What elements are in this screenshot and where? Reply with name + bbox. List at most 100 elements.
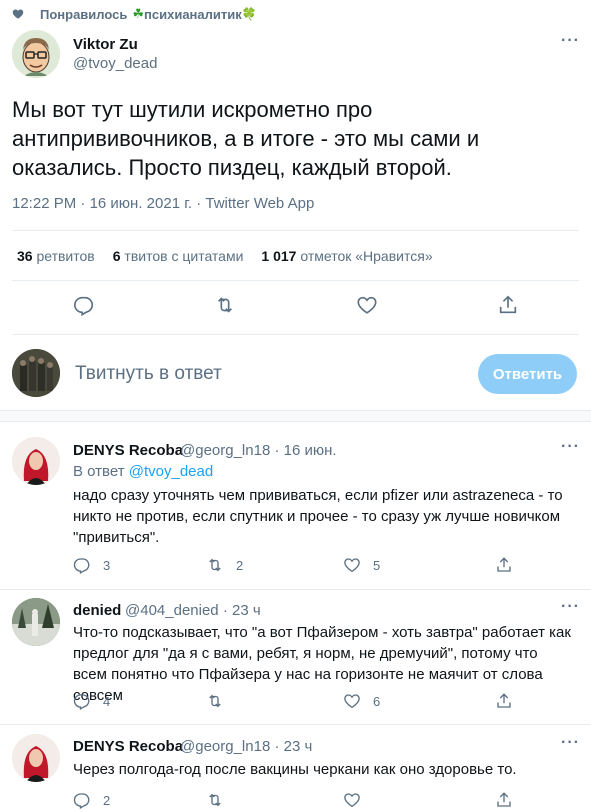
heart-icon	[12, 9, 24, 19]
divider	[0, 724, 591, 725]
retweet-icon	[209, 694, 221, 708]
like-count: 6	[373, 693, 381, 709]
quotes-count: 6	[112, 248, 121, 264]
more-options-icon[interactable]: ···	[561, 598, 580, 616]
share-icon[interactable]	[495, 791, 513, 809]
more-options-icon[interactable]: ···	[561, 438, 580, 456]
winter-forest-avatar-image	[12, 598, 60, 646]
likes-count: 1 017	[261, 248, 297, 264]
separator: ·	[274, 738, 280, 755]
social-context: Понравилось ☘ психианалитик 🍀	[12, 5, 257, 23]
author-name[interactable]: Viktor Zu	[73, 36, 138, 53]
like-icon	[344, 558, 360, 573]
reply-author-name[interactable]: DENYS Recoba	[73, 442, 183, 459]
reply-author-handle[interactable]: @georg_ln18	[180, 442, 270, 459]
divider	[12, 280, 579, 281]
reply-action-bar: 4 6	[73, 692, 553, 712]
reply-count-button[interactable]: 2	[73, 791, 110, 809]
quotes-stat[interactable]: 6 твитов с цитатами	[113, 248, 244, 264]
quotes-label: твитов с цитатами	[124, 248, 244, 264]
reply-icon	[73, 694, 90, 710]
reply-author-handle[interactable]: @georg_ln18	[180, 738, 270, 755]
woman-portrait-avatar-image	[12, 734, 60, 782]
tweet-action-bar	[0, 294, 591, 318]
group-photo-avatar-image	[12, 349, 60, 397]
retweets-count: 36	[17, 248, 33, 264]
reply-count: 2	[103, 792, 111, 808]
reply-action-bar: 3 2 5	[73, 556, 553, 576]
reply-icon	[73, 558, 90, 574]
reply-action-bar: 2	[73, 791, 553, 811]
divider	[12, 230, 579, 231]
share-icon[interactable]	[497, 294, 519, 316]
reply-author-avatar[interactable]	[12, 437, 60, 485]
reply-count-button[interactable]: 3	[73, 556, 110, 574]
reply-button[interactable]: Ответить	[478, 354, 577, 394]
retweet-icon	[209, 558, 221, 572]
reply-author-handle[interactable]: @404_denied	[125, 602, 219, 619]
replying-to-label: В ответ	[73, 463, 125, 480]
clover-icon: ☘	[132, 6, 145, 21]
retweet-icon[interactable]	[214, 294, 236, 316]
woman-portrait-avatar-image	[12, 437, 60, 485]
author-handle[interactable]: @tvoy_dead	[73, 55, 157, 72]
reply-input[interactable]	[75, 363, 465, 385]
retweet-count-button[interactable]: 2	[206, 556, 243, 574]
reply-icon	[73, 793, 90, 809]
retweet-count-button[interactable]	[206, 791, 236, 809]
retweet-count: 2	[236, 557, 244, 573]
separator: ·	[80, 195, 86, 212]
likes-label: отметок «Нравится»	[300, 248, 433, 264]
reply-time[interactable]: 23 ч	[232, 602, 261, 619]
reply-time[interactable]: 23 ч	[284, 738, 313, 755]
share-icon[interactable]	[495, 692, 513, 710]
reply-meta: @404_denied · 23 ч	[125, 602, 261, 619]
separator: ·	[274, 442, 280, 459]
reply-meta: @georg_ln18 · 16 июн.	[180, 442, 337, 459]
like-count-button[interactable]	[343, 791, 373, 809]
reply-author-name[interactable]: denied	[73, 602, 121, 619]
tweet-date[interactable]: 16 июн. 2021 г.	[90, 195, 192, 212]
cartoon-face-avatar-image	[12, 30, 60, 78]
reply-author-avatar[interactable]	[12, 734, 60, 782]
replying-to: В ответ @tvoy_dead	[73, 463, 213, 480]
replying-to-handle[interactable]: @tvoy_dead	[129, 463, 213, 480]
four-leaf-clover-icon: 🍀	[241, 7, 257, 21]
current-user-avatar[interactable]	[12, 349, 60, 397]
separator: ·	[222, 602, 228, 619]
retweet-icon	[209, 793, 221, 807]
section-gap	[0, 410, 591, 422]
reply-count-button[interactable]: 4	[73, 692, 110, 710]
reply-count: 3	[103, 557, 111, 573]
liker-name[interactable]: психианалитик	[144, 7, 242, 22]
reply-text: Через полгода-год после вакцины черкани …	[73, 761, 517, 778]
reply-icon[interactable]	[73, 294, 95, 316]
reply-count: 4	[103, 693, 111, 709]
like-count: 5	[373, 557, 381, 573]
author-avatar[interactable]	[12, 30, 60, 78]
like-icon[interactable]	[356, 294, 378, 316]
divider	[12, 334, 579, 335]
share-icon[interactable]	[495, 556, 513, 574]
reply-time[interactable]: 16 июн.	[284, 442, 337, 459]
reply-author-name[interactable]: DENYS Recoba	[73, 738, 183, 755]
tweet-time[interactable]: 12:22 PM	[12, 195, 76, 212]
reply-text: надо сразу уточнять чем прививаться, есл…	[73, 487, 563, 546]
separator: ·	[196, 195, 202, 212]
tweet-client[interactable]: Twitter Web App	[205, 195, 314, 212]
tweet-meta: 12:22 PM · 16 июн. 2021 г. · Twitter Web…	[12, 195, 314, 212]
more-options-icon[interactable]: ···	[561, 734, 580, 752]
retweets-stat[interactable]: 36 ретвитов	[17, 248, 95, 264]
liked-by-label: Понравилось	[40, 6, 128, 22]
more-options-icon[interactable]: ···	[561, 32, 580, 50]
like-icon	[344, 694, 360, 709]
reply-author-avatar[interactable]	[12, 598, 60, 646]
like-count-button[interactable]: 6	[343, 692, 380, 710]
likes-stat[interactable]: 1 017 отметок «Нравится»	[261, 248, 432, 264]
reply-meta: @georg_ln18 · 23 ч	[180, 738, 312, 755]
retweet-count-button[interactable]	[206, 692, 236, 710]
tweet-text: Мы вот тут шутили искрометно про антипри…	[12, 97, 480, 180]
like-icon	[344, 793, 360, 808]
retweets-label: ретвитов	[36, 248, 95, 264]
like-count-button[interactable]: 5	[343, 556, 380, 574]
